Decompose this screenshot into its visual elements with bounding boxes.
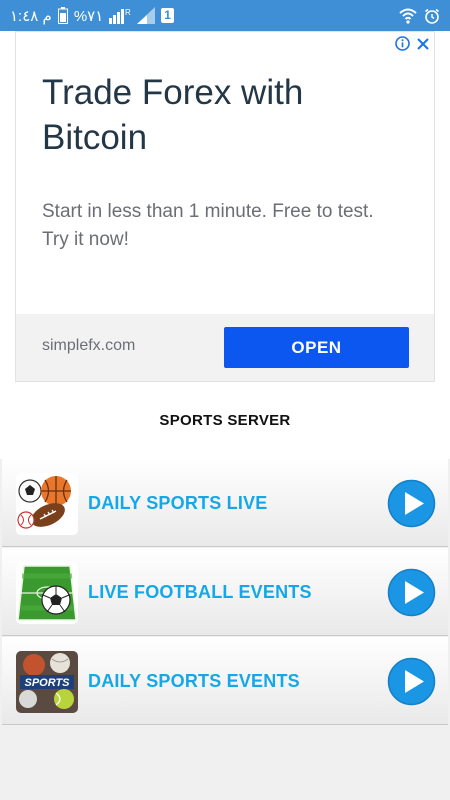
server-item-daily-sports-live[interactable]: DAILY SPORTS LIVE [2,459,448,547]
signal-roaming-tag: R [125,8,131,17]
signal-icon [137,7,156,24]
sim-slot-badge: 1 [161,8,174,23]
ad-domain[interactable]: simplefx.com [42,337,135,355]
server-list: DAILY SPORTS LIVE LIVE FOOTBALL EVENTS S… [0,459,450,800]
server-label: DAILY SPORTS LIVE [88,493,268,513]
ad-footer: simplefx.com OPEN [16,314,434,381]
status-clock: م ١:٤٨ [10,7,52,25]
server-item-live-football-events[interactable]: LIVE FOOTBALL EVENTS [2,548,448,636]
ad-open-button[interactable]: OPEN [224,327,409,368]
ad-controls [395,36,430,56]
football-field-icon [16,562,78,624]
wifi-icon [399,8,417,24]
signal-roaming-icon: R [109,7,131,24]
play-button[interactable] [387,568,436,617]
play-button[interactable] [387,657,436,706]
sports-logo-icon: SPORTS [16,651,78,713]
play-button[interactable] [387,479,436,528]
status-bar: م ١:٤٨ %٧١ R 1 [0,0,450,31]
sports-balls-icon [16,473,78,535]
close-icon[interactable] [416,37,430,56]
status-bar-left: م ١:٤٨ %٧١ R 1 [10,7,174,25]
alarm-icon [424,8,440,24]
ad-body-text[interactable]: Start in less than 1 minute. Free to tes… [42,198,402,254]
ad-banner[interactable]: Trade Forex with Bitcoin Start in less t… [15,31,435,382]
ad-headline[interactable]: Trade Forex with Bitcoin [42,70,402,160]
server-item-daily-sports-events[interactable]: SPORTS DAILY SPORTS EVENTS [2,637,448,725]
battery-icon [57,7,68,24]
server-label: DAILY SPORTS EVENTS [88,671,300,691]
info-icon[interactable] [395,36,410,56]
status-bar-right [399,8,440,24]
server-label: LIVE FOOTBALL EVENTS [88,582,312,602]
status-battery-percent: %٧١ [73,7,104,25]
section-title: SPORTS SERVER [159,412,291,429]
svg-text:SPORTS: SPORTS [24,677,70,689]
